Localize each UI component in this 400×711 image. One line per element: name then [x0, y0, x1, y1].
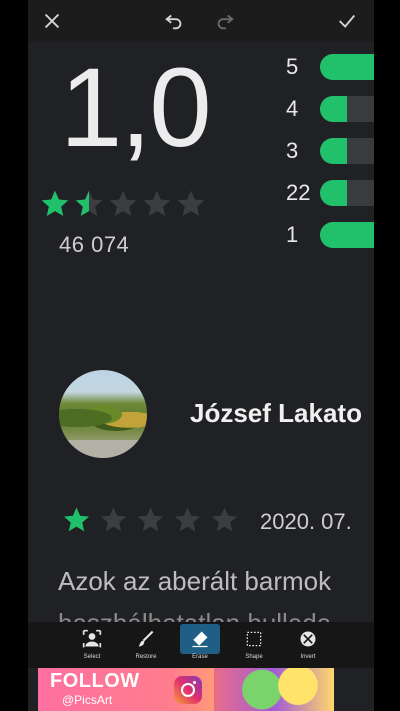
average-rating: 1,0 [60, 45, 212, 170]
distribution-bar [320, 138, 374, 164]
check-icon[interactable] [334, 8, 360, 34]
brush-icon [126, 624, 166, 654]
select-icon [72, 624, 112, 654]
distribution-row: 1 [286, 220, 374, 250]
distribution-row: 22 [286, 178, 374, 208]
star-icon [132, 505, 169, 535]
distribution-bar-fill [320, 96, 347, 122]
distribution-bar [320, 222, 374, 248]
promo-follow-text: FOLLOW [50, 670, 140, 692]
distribution-label: 22 [286, 180, 311, 205]
shape-tool-label: Shape [245, 654, 263, 660]
erase-tool-label: Erase [192, 654, 208, 660]
close-icon[interactable] [39, 8, 65, 34]
star-icon [140, 188, 174, 220]
promo-artwork [214, 668, 334, 711]
review-text: Azok az aberált barmok [58, 566, 332, 596]
star-icon [72, 188, 106, 220]
undo-icon[interactable] [161, 8, 187, 34]
star-icon [206, 505, 243, 535]
star-icon [174, 188, 208, 220]
select-tool-label: Select [83, 654, 101, 660]
promo-handle: @PicsArt [62, 693, 113, 707]
star-icon [106, 188, 140, 220]
review-date: 2020. 07. [260, 509, 352, 534]
invert-tool-button[interactable]: Invert [288, 624, 328, 668]
promo-banner[interactable]: FOLLOW @PicsArt [38, 668, 334, 711]
distribution-bar [320, 54, 374, 80]
rating-stars [38, 188, 208, 220]
star-icon [95, 505, 132, 535]
reviewer-name: József Lakato [190, 398, 362, 428]
erase-toolbar: Select Restore Erase Shape Invert [28, 622, 374, 668]
review-stars [58, 505, 243, 535]
distribution-bar [320, 96, 374, 122]
restore-tool-label: Restore [135, 654, 157, 660]
star-icon [58, 505, 95, 535]
distribution-label: 4 [286, 96, 299, 121]
select-tool-button[interactable]: Select [72, 624, 112, 668]
distribution-row: 4 [286, 94, 374, 124]
rating-count: 46 074 [59, 232, 130, 257]
shape-icon [234, 624, 274, 654]
invert-icon [288, 624, 328, 654]
distribution-label: 3 [286, 138, 299, 163]
invert-tool-label: Invert [300, 654, 316, 660]
editor-top-bar [28, 0, 374, 42]
editor-canvas: 1,0 46 074 5 4 3 22 1 József Lakato 2020. 07… [28, 0, 374, 711]
distribution-bar [320, 180, 374, 206]
distribution-row: 3 [286, 136, 374, 166]
star-icon [169, 505, 206, 535]
redo-icon[interactable] [212, 8, 238, 34]
distribution-bar-fill [320, 180, 347, 206]
star-icon [38, 188, 72, 220]
distribution-label: 1 [286, 222, 299, 247]
distribution-row: 5 [286, 52, 374, 82]
distribution-bar-fill [320, 138, 347, 164]
shape-tool-button[interactable]: Shape [234, 624, 274, 668]
distribution-bar-fill [320, 222, 374, 248]
restore-tool-button[interactable]: Restore [126, 624, 166, 668]
instagram-icon[interactable] [174, 676, 202, 704]
reviewer-avatar [59, 370, 147, 458]
eraser-icon [180, 624, 220, 654]
distribution-bar-fill [320, 54, 374, 80]
erase-tool-button[interactable]: Erase [180, 624, 220, 668]
distribution-label: 5 [286, 54, 299, 79]
